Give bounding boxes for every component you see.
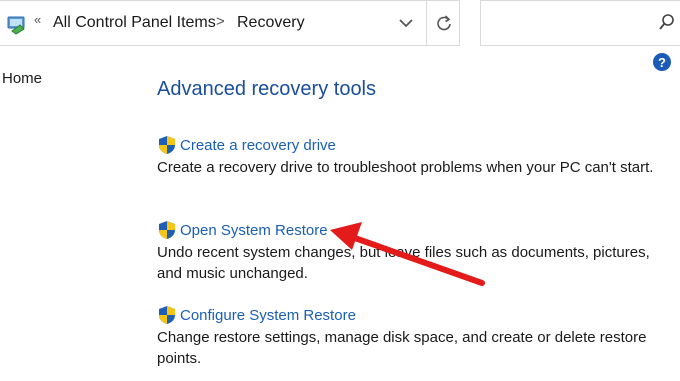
page-title: Advanced recovery tools	[157, 78, 377, 100]
tool-link-label[interactable]: Open System Restore	[180, 222, 328, 239]
address-dropdown-button[interactable]	[388, 1, 424, 45]
refresh-button[interactable]	[428, 1, 460, 45]
uac-shield-icon	[159, 306, 175, 324]
tool-link-label[interactable]: Create a recovery drive	[180, 137, 336, 154]
breadcrumb-separator[interactable]: >	[216, 13, 225, 30]
tool-link-label[interactable]: Configure System Restore	[180, 307, 356, 324]
chevron-down-icon	[399, 19, 413, 28]
tool-description: Undo recent system changes, but leave fi…	[157, 244, 650, 282]
sidebar-item-home[interactable]: Home	[2, 70, 42, 87]
address-divider	[426, 1, 427, 45]
refresh-icon	[437, 15, 451, 31]
address-bar[interactable]: « All Control Panel Items > Recovery	[0, 0, 460, 46]
uac-shield-icon	[159, 136, 175, 154]
tool-create-recovery-drive: Create a recovery drive Create a recover…	[157, 134, 667, 178]
uac-shield-icon	[159, 221, 175, 239]
breadcrumb-recovery[interactable]: Recovery	[237, 14, 305, 32]
breadcrumb-all-control-panel-items[interactable]: All Control Panel Items	[53, 14, 216, 32]
search-input[interactable]	[480, 0, 680, 46]
tool-description: Create a recovery drive to troubleshoot …	[157, 159, 654, 176]
tool-configure-system-restore: Configure System Restore Change restore …	[157, 304, 667, 369]
tool-description: Change restore settings, manage disk spa…	[157, 329, 647, 367]
configure-system-restore-link[interactable]: Configure System Restore	[157, 304, 667, 326]
tool-open-system-restore: Open System Restore Undo recent system c…	[157, 219, 667, 284]
control-panel-icon	[7, 16, 25, 35]
create-recovery-drive-link[interactable]: Create a recovery drive	[157, 134, 667, 156]
help-icon[interactable]: ?	[653, 53, 671, 71]
search-icon[interactable]	[658, 13, 676, 33]
history-chevron-icon[interactable]: «	[34, 12, 41, 27]
open-system-restore-link[interactable]: Open System Restore	[157, 219, 667, 241]
